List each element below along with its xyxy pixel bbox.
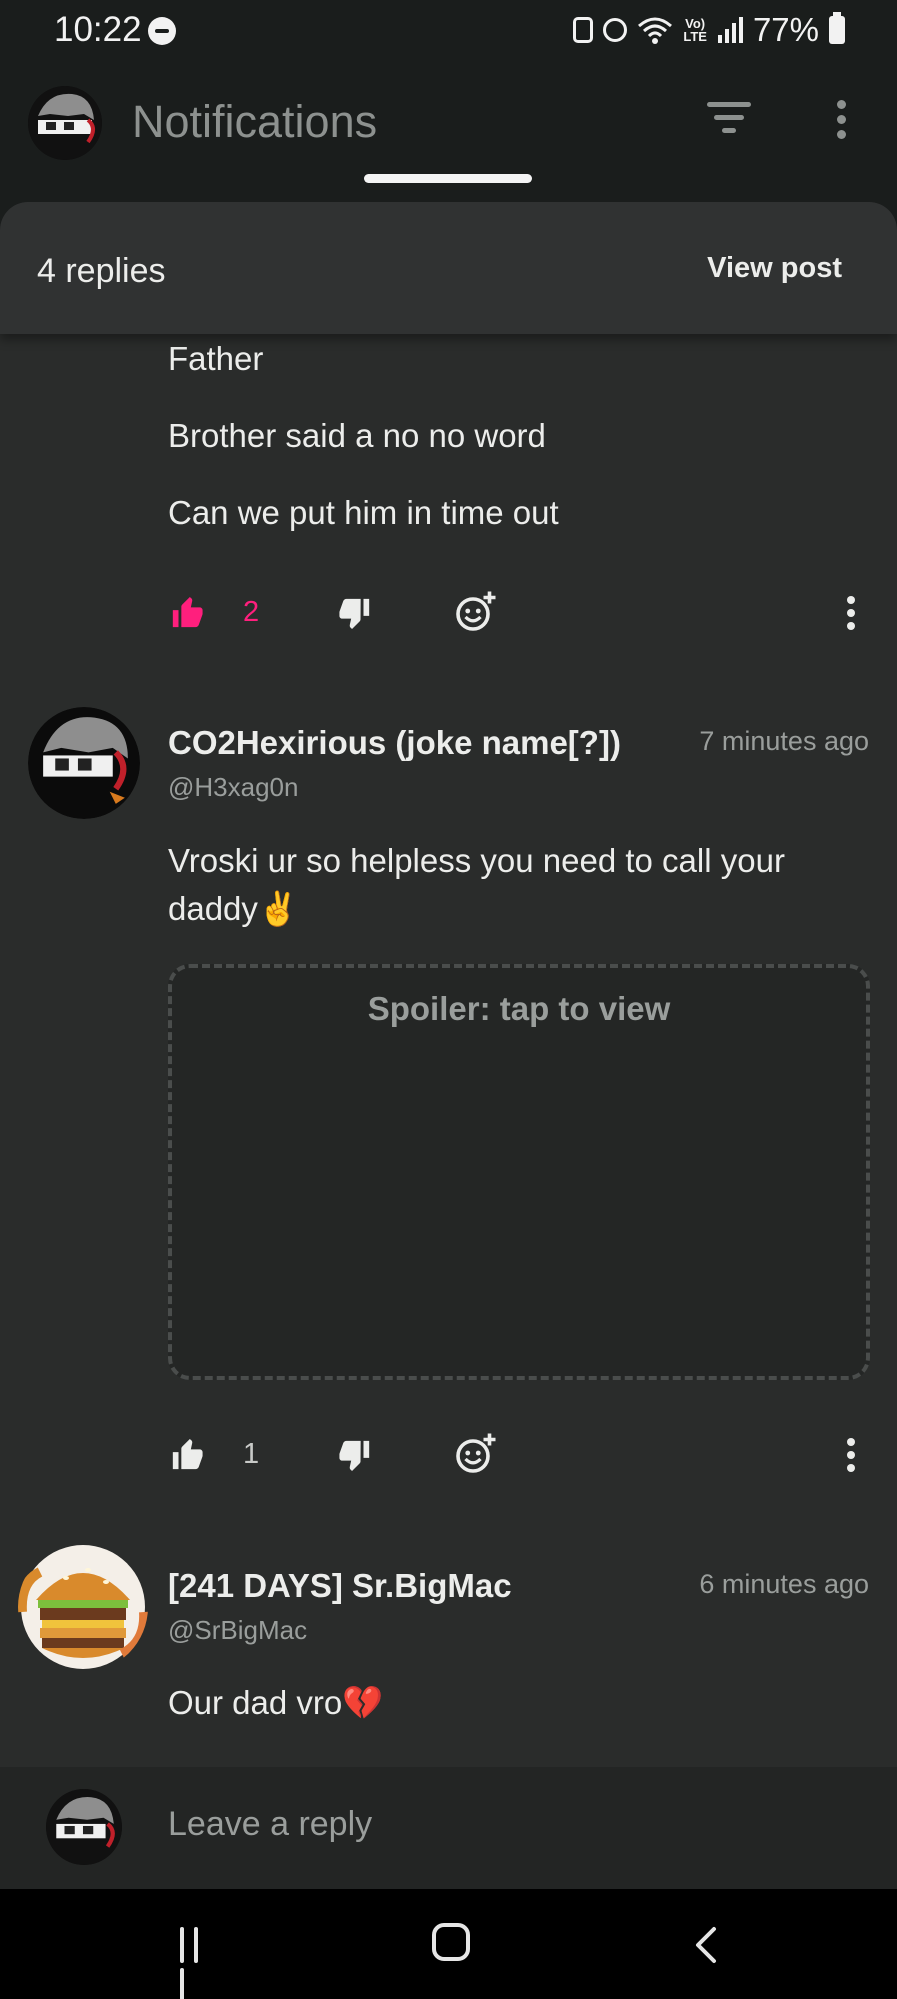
- comment-text-line: Our dad vro💔: [168, 1684, 384, 1721]
- thumbs-up-icon[interactable]: [170, 1438, 204, 1472]
- comment-actions: 1: [0, 1426, 897, 1486]
- alarm-icon: [603, 18, 628, 42]
- comment-text-line: Vroski ur so helpless you need to call y…: [168, 842, 785, 879]
- spoiler-block[interactable]: Spoiler: tap to view: [168, 964, 870, 1380]
- do-not-disturb-icon: [148, 17, 176, 45]
- thumbs-up-icon[interactable]: [170, 596, 204, 630]
- timestamp: 7 minutes ago: [693, 726, 869, 757]
- add-reaction-icon[interactable]: [455, 1432, 497, 1474]
- status-bar: 10:22 Vo) LTE 77%: [0, 0, 897, 66]
- lte-icon: Vo) LTE: [683, 17, 707, 43]
- battery-icon: [829, 12, 845, 44]
- profile-avatar[interactable]: [28, 86, 102, 160]
- like-count: 1: [243, 1438, 260, 1470]
- view-post-button[interactable]: View post: [707, 252, 842, 285]
- author-name[interactable]: [241 DAYS] Sr.BigMac: [168, 1567, 512, 1605]
- back-button[interactable]: [690, 1925, 720, 1965]
- author-handle[interactable]: @H3xag0n: [168, 772, 298, 803]
- system-nav-bar: [0, 1889, 897, 1999]
- filter-icon[interactable]: [706, 102, 752, 142]
- sheet-header: 4 replies View post: [0, 202, 897, 334]
- recent-apps-button[interactable]: [180, 1927, 220, 1999]
- spoiler-label: Spoiler: tap to view: [367, 990, 671, 1027]
- signal-icon: [717, 17, 743, 43]
- name-fade: [640, 724, 680, 764]
- status-time: 10:22: [54, 10, 142, 49]
- comment-text-line: Brother said a no no word: [168, 417, 546, 454]
- replies-count: 4 replies: [37, 252, 166, 290]
- timestamp: 6 minutes ago: [699, 1569, 869, 1599]
- overflow-menu-icon[interactable]: [832, 100, 850, 144]
- author-handle[interactable]: @SrBigMac: [168, 1615, 307, 1646]
- app-header: Notifications: [0, 66, 897, 192]
- my-avatar: [46, 1789, 122, 1865]
- author-name[interactable]: CO2Hexirious (joke name[?]): [168, 724, 621, 762]
- battery-percent: 77%: [752, 11, 819, 48]
- tab-indicator: [364, 174, 532, 183]
- reply-input[interactable]: [168, 1805, 848, 1844]
- comment-text-line: Father: [168, 340, 264, 377]
- wifi-icon: [637, 16, 673, 44]
- comment-actions: 2: [0, 584, 897, 644]
- comment-more-icon[interactable]: [846, 596, 856, 634]
- add-reaction-icon[interactable]: [455, 590, 497, 632]
- comment-text-line: Can we put him in time out: [168, 494, 559, 531]
- home-button[interactable]: [432, 1923, 470, 1961]
- reply-bar: [0, 1767, 897, 1889]
- replies-sheet: 4 replies View post Father Brother said …: [0, 202, 897, 1889]
- page-title: Notifications: [132, 96, 378, 147]
- comment-more-icon[interactable]: [846, 1438, 856, 1476]
- avatar[interactable]: [28, 707, 140, 819]
- lock-icon: [573, 17, 594, 43]
- status-icons: Vo) LTE 77%: [573, 10, 845, 50]
- avatar[interactable]: [18, 1542, 148, 1672]
- thumbs-down-icon[interactable]: [338, 596, 372, 630]
- lte-bottom-label: LTE: [683, 29, 707, 44]
- comment-text-line: daddy✌️: [168, 890, 300, 927]
- like-count: 2: [243, 596, 260, 628]
- thumbs-down-icon[interactable]: [338, 1438, 372, 1472]
